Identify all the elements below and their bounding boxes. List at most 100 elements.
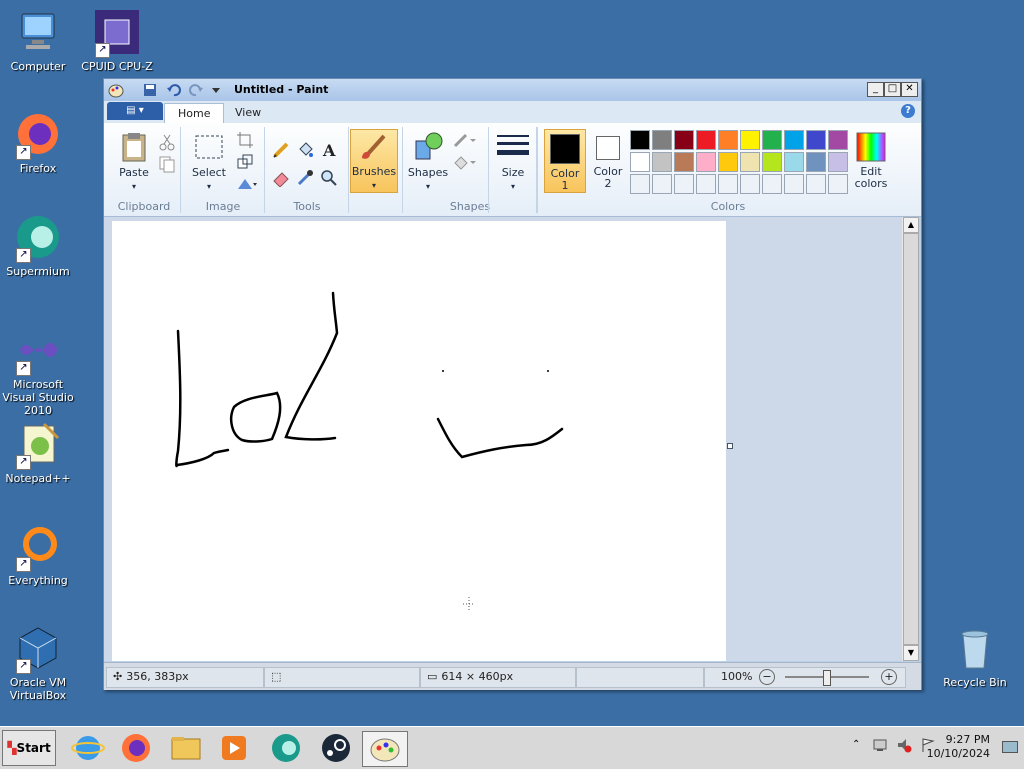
ribbon-tabs: ▤ ▾ Home View ? [104, 101, 921, 124]
resize-icon[interactable] [236, 153, 254, 171]
scroll-down-icon[interactable]: ▼ [903, 645, 919, 661]
zoom-in-icon[interactable]: + [881, 669, 897, 685]
taskbar-steam[interactable] [314, 731, 358, 765]
media-player-icon [222, 736, 246, 760]
desktop-icon-virtualbox[interactable]: ↗ Oracle VM VirtualBox [0, 624, 76, 702]
network-icon[interactable] [872, 737, 888, 753]
scroll-thumb[interactable] [903, 233, 919, 645]
zoom-slider-thumb[interactable] [823, 670, 831, 686]
fill-icon[interactable] [296, 141, 314, 159]
desktop-icon-computer[interactable]: Computer [0, 8, 76, 73]
edit-colors-button[interactable]: Edit colors [850, 131, 892, 190]
palette-empty-swatch[interactable] [696, 174, 716, 194]
save-icon[interactable] [142, 82, 158, 98]
color1-button[interactable]: Color 1 [544, 129, 586, 193]
palette-empty-swatch[interactable] [630, 174, 650, 194]
rotate-icon[interactable] [236, 175, 257, 193]
palette-swatch[interactable] [762, 130, 782, 150]
canvas-resize-handle[interactable] [727, 443, 733, 449]
palette-swatch[interactable] [806, 130, 826, 150]
desktop-icon-notepad-plus-plus[interactable]: ↗ Notepad++ [0, 420, 76, 485]
taskbar-firefox[interactable] [114, 731, 158, 765]
help-icon[interactable]: ? [901, 104, 915, 118]
start-button[interactable]: ▚Start [2, 730, 56, 766]
palette-empty-swatch[interactable] [652, 174, 672, 194]
close-button[interactable]: ✕ [901, 82, 918, 97]
group-label: Image [205, 200, 241, 213]
brushes-button[interactable]: Brushes ▾ [350, 129, 398, 193]
palette-swatch[interactable] [784, 130, 804, 150]
color-picker-icon[interactable] [296, 169, 314, 187]
palette-swatch[interactable] [674, 152, 694, 172]
vertical-scrollbar[interactable]: ▲ ▼ [902, 217, 919, 661]
zoom-out-icon[interactable]: − [759, 669, 775, 685]
desktop-icon-recycle-bin[interactable]: Recycle Bin [937, 624, 1013, 689]
palette-empty-swatch[interactable] [674, 174, 694, 194]
palette-empty-swatch[interactable] [828, 174, 848, 194]
palette-swatch[interactable] [828, 152, 848, 172]
taskbar-file-explorer[interactable] [164, 731, 208, 765]
palette-swatch[interactable] [696, 130, 716, 150]
palette-empty-swatch[interactable] [784, 174, 804, 194]
cut-icon[interactable] [158, 133, 176, 151]
customize-quick-access-icon[interactable] [210, 82, 222, 98]
taskbar-media-player[interactable] [212, 731, 256, 765]
show-hidden-icons-icon[interactable]: ⌃ [852, 739, 860, 750]
copy-icon[interactable] [158, 155, 176, 173]
palette-swatch[interactable] [718, 130, 738, 150]
palette-swatch[interactable] [630, 152, 650, 172]
paste-button[interactable]: Paste ▾ [112, 131, 156, 192]
palette-empty-swatch[interactable] [718, 174, 738, 194]
redo-icon[interactable] [188, 82, 204, 98]
palette-swatch[interactable] [784, 152, 804, 172]
palette-swatch[interactable] [740, 152, 760, 172]
fill-style-icon[interactable] [452, 153, 476, 171]
taskbar-paint[interactable] [362, 731, 408, 767]
show-desktop-icon[interactable] [1002, 741, 1018, 753]
desktop-icon-everything[interactable]: ↗ Everything [0, 522, 76, 587]
palette-swatch[interactable] [828, 130, 848, 150]
palette-swatch[interactable] [652, 130, 672, 150]
taskbar-internet-explorer[interactable] [66, 731, 110, 765]
tab-home[interactable]: Home [164, 103, 225, 124]
crop-icon[interactable] [236, 131, 254, 149]
color2-button[interactable]: Color 2 [588, 129, 628, 191]
palette-swatch[interactable] [674, 130, 694, 150]
palette-swatch[interactable] [806, 152, 826, 172]
palette-swatch[interactable] [630, 130, 650, 150]
undo-icon[interactable] [166, 82, 182, 98]
scroll-up-icon[interactable]: ▲ [903, 217, 919, 233]
eraser-icon[interactable] [272, 169, 290, 188]
size-button[interactable]: Size ▾ [493, 131, 533, 192]
shapes-button[interactable]: Shapes ▾ [406, 131, 450, 192]
palette-swatch[interactable] [762, 152, 782, 172]
palette-swatch[interactable] [718, 152, 738, 172]
clock[interactable]: 9:27 PM 10/10/2024 [927, 733, 990, 761]
brushes-group: Brushes ▾ [350, 127, 403, 213]
ribbon: Paste ▾ Clipboard Select ▾ Image A Tools… [104, 123, 921, 217]
palette-empty-swatch[interactable] [762, 174, 782, 194]
palette-empty-swatch[interactable] [740, 174, 760, 194]
text-icon[interactable]: A [320, 141, 338, 160]
desktop-icon-firefox[interactable]: ↗ Firefox [0, 110, 76, 175]
maximize-button[interactable]: □ [884, 82, 901, 97]
outline-icon[interactable] [452, 131, 476, 149]
pencil-icon[interactable] [272, 141, 290, 159]
taskbar-supermium[interactable] [264, 731, 308, 765]
volume-muted-icon[interactable] [896, 737, 912, 753]
palette-swatch[interactable] [740, 130, 760, 150]
palette-swatch[interactable] [652, 152, 672, 172]
desktop-icon-supermium[interactable]: ↗ Supermium [0, 213, 76, 278]
drawing-canvas[interactable] [112, 221, 726, 661]
minimize-button[interactable]: _ [867, 82, 884, 97]
desktop-icon-cpu-z[interactable]: ↗ CPUID CPU-Z [79, 8, 155, 73]
palette-empty-swatch[interactable] [806, 174, 826, 194]
paint-menu-button[interactable]: ▤ ▾ [107, 102, 163, 120]
paint-app-icon[interactable] [108, 82, 124, 98]
palette-swatch[interactable] [696, 152, 716, 172]
paste-icon [118, 131, 150, 163]
tab-view[interactable]: View [222, 103, 274, 123]
desktop-icon-visual-studio[interactable]: ↗ Microsoft Visual Studio 2010 [0, 326, 76, 417]
magnifier-icon[interactable] [320, 169, 338, 187]
select-button[interactable]: Select ▾ [188, 131, 230, 192]
